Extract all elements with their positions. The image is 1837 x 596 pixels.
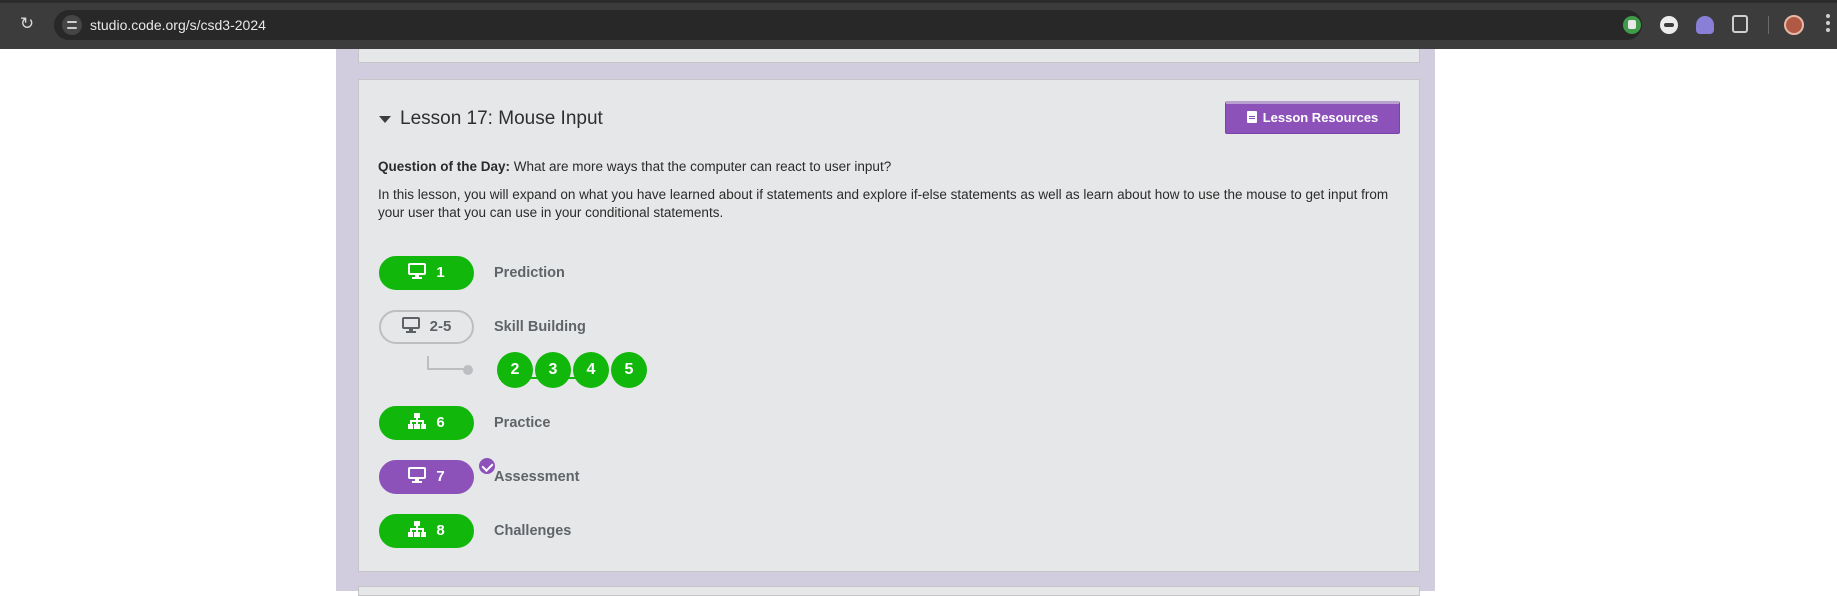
extension-ghost-icon[interactable]: [1696, 16, 1714, 34]
sublevel-connector: [427, 356, 467, 370]
document-icon: [1246, 111, 1257, 123]
activity-label-challenges[interactable]: Challenges: [494, 522, 571, 540]
lesson-card: Lesson 17: Mouse Input Lesson Resources …: [358, 79, 1420, 572]
activity-bubble-assessment[interactable]: 7: [379, 456, 497, 494]
monitor-icon: [401, 317, 420, 333]
activity-number: 7: [436, 468, 445, 485]
activity-bubble-prediction[interactable]: 1: [379, 256, 474, 290]
sublevel-connector-dot: [463, 365, 473, 375]
previous-lesson-card: [358, 49, 1420, 63]
activity-number: 6: [436, 414, 445, 431]
lesson-resources-label: Lesson Resources: [1262, 110, 1379, 125]
browser-menu-icon[interactable]: [1826, 14, 1830, 34]
qotd-label: Question of the Day:: [378, 159, 511, 174]
activity-bubble-challenges[interactable]: 8: [379, 514, 474, 548]
hierarchy-icon: [408, 413, 427, 429]
lesson-resources-button[interactable]: Lesson Resources: [1225, 101, 1400, 134]
activity-label-assessment[interactable]: Assessment: [494, 468, 579, 486]
profile-avatar[interactable]: [1784, 15, 1804, 35]
extension-mask-icon[interactable]: [1660, 16, 1678, 34]
url-text[interactable]: studio.code.org/s/csd3-2024: [90, 17, 266, 33]
activity-bubble-practice[interactable]: 6: [379, 406, 474, 440]
toolbar-divider: [1768, 16, 1769, 34]
lesson-description: In this lesson, you will expand on what …: [378, 187, 1389, 220]
monitor-icon: [408, 263, 427, 279]
sublevel-bubble-4[interactable]: 4: [573, 352, 609, 388]
sublevel-bubble-2[interactable]: 2: [497, 352, 533, 388]
activity-number: 1: [436, 264, 445, 281]
sublevel-bubble-5[interactable]: 5: [611, 352, 647, 388]
sublevel-bubble-3[interactable]: 3: [535, 352, 571, 388]
activity-number: 8: [436, 522, 445, 539]
reload-icon[interactable]: ↻: [18, 15, 36, 33]
hierarchy-icon: [408, 521, 427, 537]
monitor-icon: [408, 467, 427, 483]
collapse-caret-icon[interactable]: [379, 116, 391, 123]
activity-bubble-skill-building[interactable]: 2-5: [379, 310, 474, 344]
extension-robot-icon[interactable]: [1623, 16, 1641, 34]
activity-label-prediction[interactable]: Prediction: [494, 264, 565, 282]
activity-label-skill-building[interactable]: Skill Building: [494, 318, 586, 336]
next-lesson-card: [358, 586, 1420, 596]
activity-label-practice[interactable]: Practice: [494, 414, 550, 432]
qotd-text: What are more ways that the computer can…: [510, 159, 892, 174]
tab-strip-edge: [0, 0, 1837, 3]
address-bar[interactable]: studio.code.org/s/csd3-2024 ☆: [54, 10, 1642, 40]
extensions-puzzle-icon[interactable]: [1732, 15, 1748, 33]
site-settings-icon[interactable]: [62, 15, 82, 35]
question-of-the-day: Question of the Day: What are more ways …: [378, 158, 1398, 176]
browser-toolbar: ↻ studio.code.org/s/csd3-2024 ☆: [0, 0, 1837, 49]
activity-number: 2-5: [429, 318, 452, 335]
lesson-title[interactable]: Lesson 17: Mouse Input: [400, 107, 603, 131]
